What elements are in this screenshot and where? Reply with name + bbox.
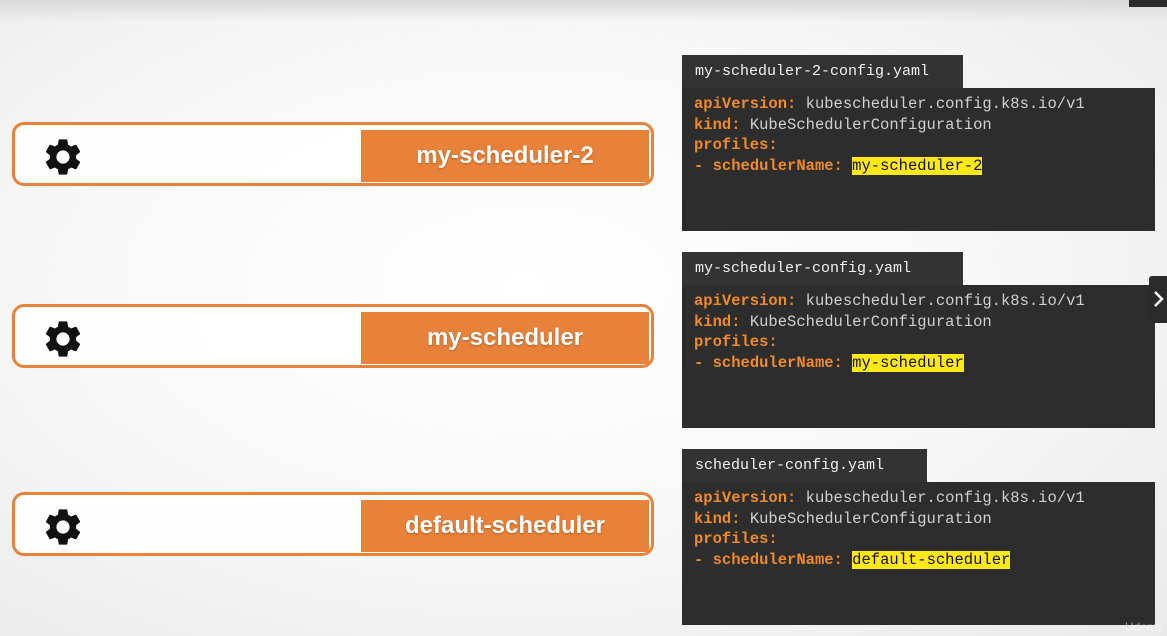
yaml-value: KubeSchedulerConfiguration: [749, 312, 992, 331]
yaml-key: profiles:: [694, 530, 778, 548]
yaml-key: kind:: [694, 312, 741, 331]
yaml-value: KubeSchedulerConfiguration: [749, 115, 992, 134]
yaml-value: kubescheduler.config.k8s.io/v1: [805, 489, 1085, 507]
scheduler-name-highlight: default-scheduler: [852, 550, 1011, 569]
yaml-key: profiles:: [694, 333, 778, 351]
yaml-dash: -: [694, 550, 704, 569]
scheduler-box-default-scheduler: default-scheduler: [12, 492, 654, 556]
yaml-key: apiVersion:: [694, 292, 797, 310]
yaml-key: kind:: [694, 509, 741, 528]
yaml-key: schedulerName:: [712, 353, 843, 372]
chevron-right-icon: [1154, 291, 1164, 307]
gear-icon: [45, 321, 81, 357]
yaml-code-block: apiVersion: kubescheduler.config.k8s.io/…: [682, 88, 1155, 231]
corner-block: [1129, 0, 1167, 7]
gear-icon: [45, 139, 81, 175]
scheduler-box-my-scheduler-2: my-scheduler-2: [12, 122, 654, 186]
yaml-code-block: apiVersion: kubescheduler.config.k8s.io/…: [682, 285, 1155, 428]
scheduler-label: default-scheduler: [361, 500, 649, 552]
top-shade: [0, 0, 1167, 22]
yaml-key: apiVersion:: [694, 95, 797, 113]
next-slide-button[interactable]: [1149, 276, 1167, 323]
scheduler-name-highlight: my-scheduler-2: [852, 156, 983, 175]
scheduler-name-highlight: my-scheduler: [852, 353, 964, 372]
config-filename-tab: scheduler-config.yaml: [682, 449, 927, 482]
yaml-value: KubeSchedulerConfiguration: [749, 509, 992, 528]
watermark: Udemy: [1124, 620, 1163, 634]
yaml-dash: -: [694, 353, 704, 372]
scheduler-label: my-scheduler: [361, 312, 649, 364]
scheduler-box-my-scheduler: my-scheduler: [12, 304, 654, 368]
config-filename-tab: my-scheduler-config.yaml: [682, 252, 963, 285]
yaml-key: schedulerName:: [712, 156, 843, 175]
config-filename-tab: my-scheduler-2-config.yaml: [682, 55, 963, 88]
yaml-key: kind:: [694, 115, 741, 134]
gear-icon: [45, 509, 81, 545]
yaml-dash: -: [694, 156, 704, 175]
scheduler-label: my-scheduler-2: [361, 130, 649, 182]
yaml-key: profiles:: [694, 136, 778, 154]
yaml-value: kubescheduler.config.k8s.io/v1: [805, 292, 1085, 310]
yaml-key: apiVersion:: [694, 489, 797, 507]
yaml-value: kubescheduler.config.k8s.io/v1: [805, 95, 1085, 113]
yaml-code-block: apiVersion: kubescheduler.config.k8s.io/…: [682, 482, 1155, 625]
yaml-key: schedulerName:: [712, 550, 843, 569]
